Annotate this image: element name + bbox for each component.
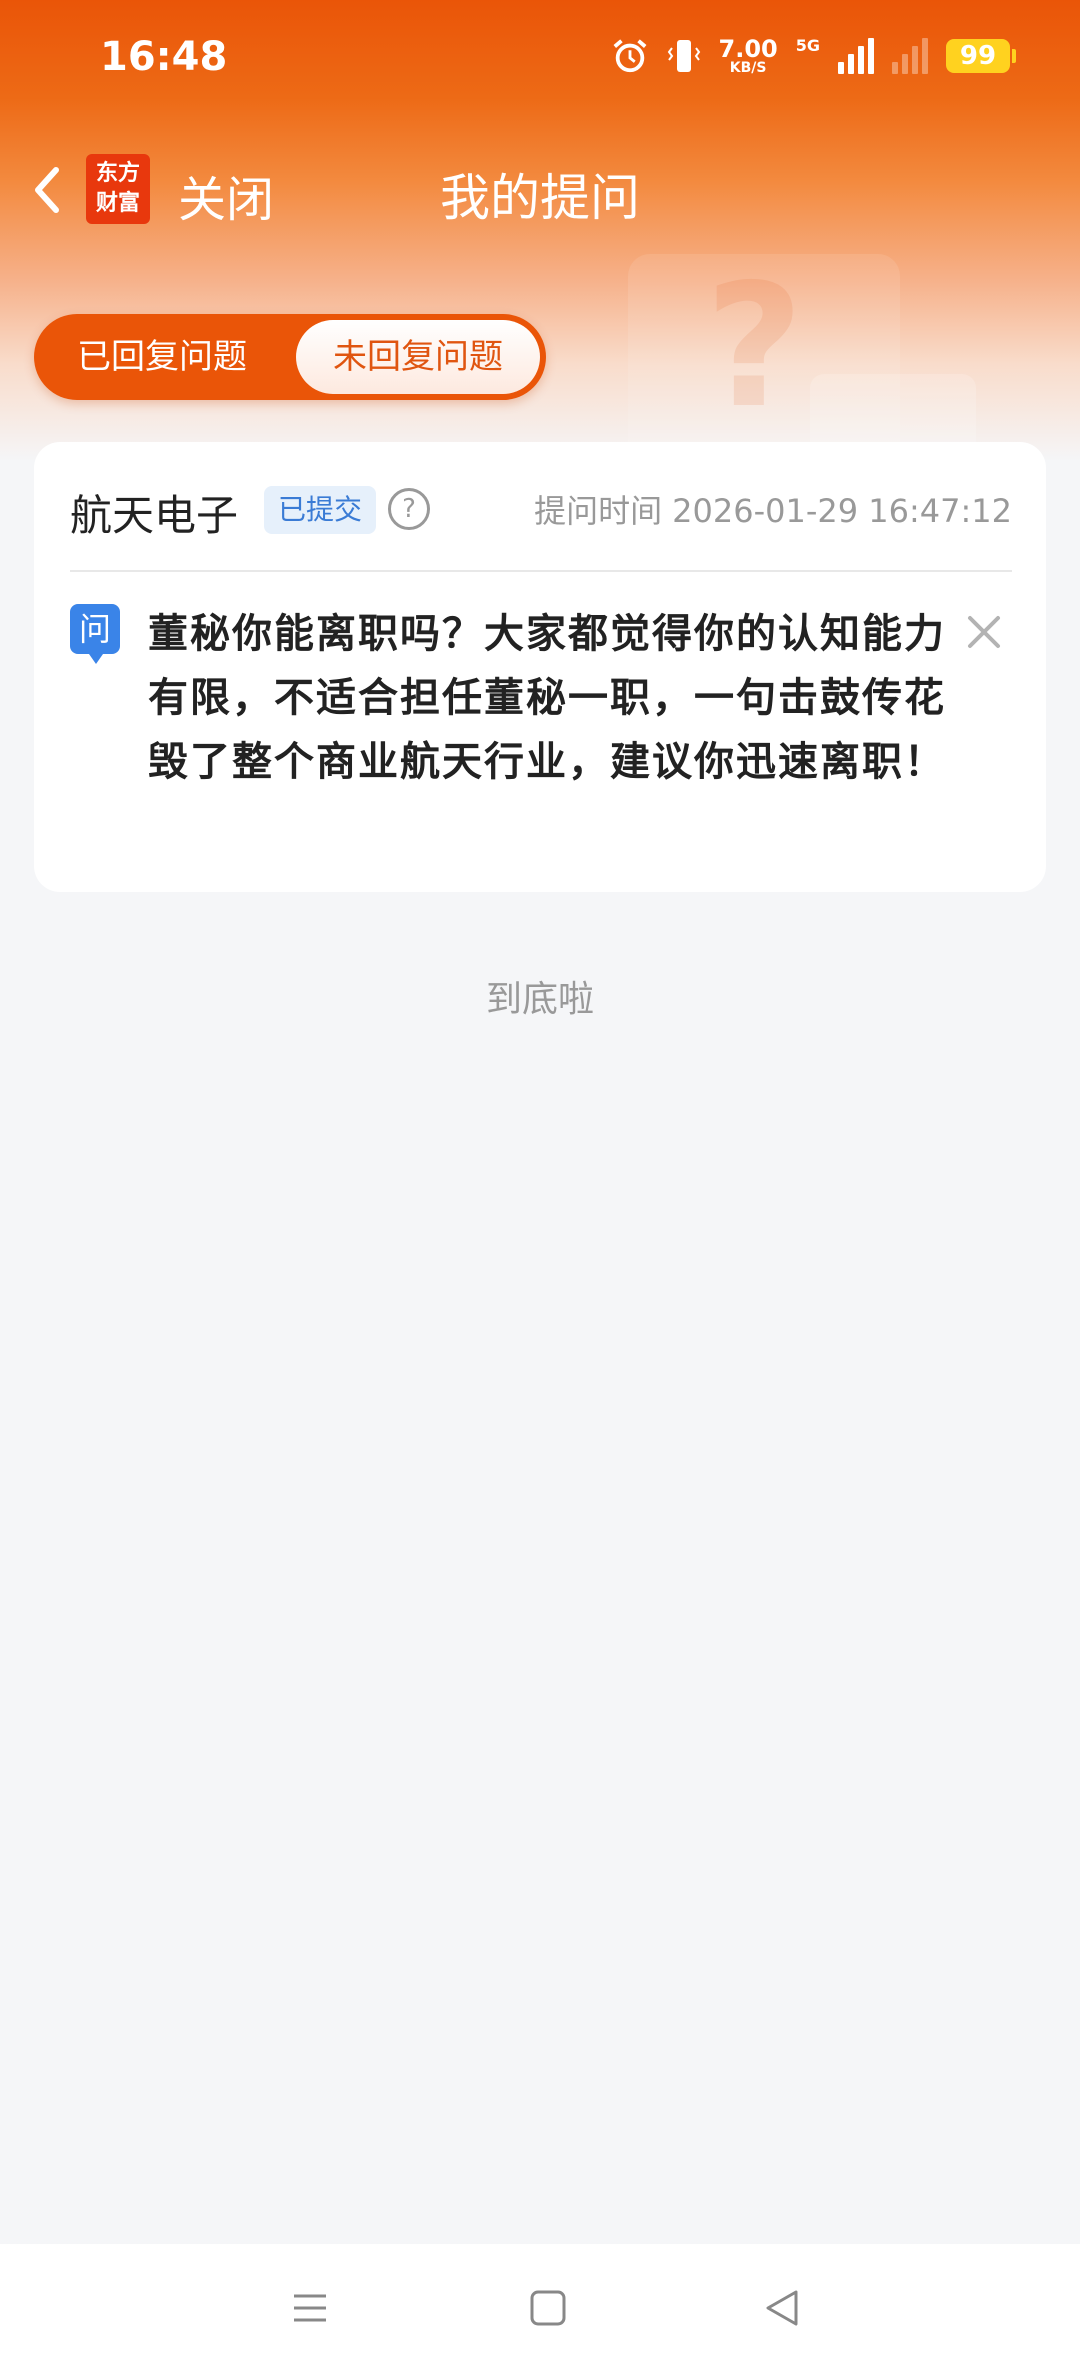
back-icon[interactable] [762, 2288, 802, 2328]
divider [70, 570, 1012, 572]
status-badge: 已提交 [264, 486, 377, 534]
home-icon[interactable] [528, 2288, 568, 2328]
question-tabs: 已回复问题 未回复问题 [34, 314, 546, 400]
network-type: 5G [795, 36, 820, 55]
tab-replied[interactable]: 已回复问题 [34, 314, 290, 400]
page: ? 16:48 7.00 KB/S 5G 99 东方 财富 关闭 我的提问 已回… [0, 0, 1080, 2374]
menu-icon[interactable] [290, 2288, 330, 2328]
vibrate-icon [667, 40, 700, 72]
company-name[interactable]: 航天电子 [70, 482, 238, 543]
help-icon[interactable]: ? [388, 488, 430, 530]
question-icon: 问 [70, 604, 120, 664]
question-mark-decoration: ? [705, 248, 804, 446]
delete-question-icon[interactable] [964, 612, 1004, 652]
question-card: 航天电子 已提交 ? 提问时间 2026-01-29 16:47:12 问 董秘你… [34, 442, 1046, 892]
page-title: 我的提问 [440, 169, 640, 227]
question-time: 提问时间 2026-01-29 16:47:12 [534, 492, 1012, 530]
question-text: 董秘你能离职吗？大家都觉得你的认知能力有限，不适合担任董秘一职，一句击鼓传花毁了… [148, 611, 946, 785]
end-of-list: 到底啦 [485, 979, 594, 1020]
network-speed: 7.00 KB/S [718, 35, 778, 76]
status-bar: 16:48 7.00 KB/S 5G 99 [0, 0, 1080, 120]
nav-bar: 东方 财富 关闭 我的提问 [0, 140, 1080, 240]
status-icons: 7.00 KB/S 5G 99 [611, 35, 1016, 76]
tab-unreplied[interactable]: 未回复问题 [296, 320, 540, 394]
system-nav-bar [0, 2244, 1080, 2374]
signal-secondary-icon [892, 38, 928, 74]
battery-icon: 99 [946, 39, 1016, 73]
alarm-icon [613, 39, 646, 73]
status-time: 16:48 [100, 34, 228, 80]
signal-icon [838, 38, 874, 74]
